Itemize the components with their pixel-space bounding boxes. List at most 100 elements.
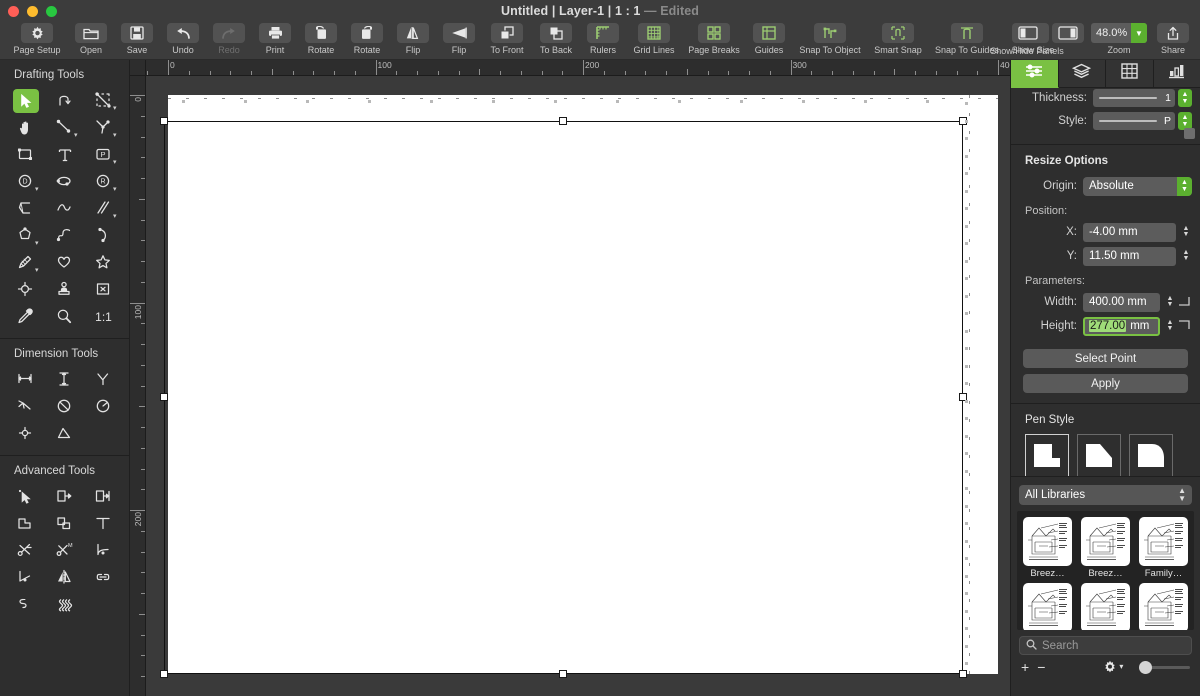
tool-cell[interactable] [6,393,45,420]
remove-library-button[interactable]: − [1037,660,1045,674]
thickness-slider[interactable]: 1 [1093,89,1175,107]
rotate-tool[interactable] [52,89,78,113]
style-slider-track[interactable] [1099,120,1157,122]
layers-tab[interactable] [1058,60,1106,88]
library-search[interactable] [1019,636,1192,655]
stamp-tool[interactable] [52,278,78,302]
rectangle-tool[interactable] [13,143,39,167]
chevron-down-icon[interactable]: ▾ [35,267,39,274]
chamfer-tool[interactable] [13,197,39,221]
tool-cell[interactable] [45,591,84,618]
aspect-lock-toggle[interactable] [1184,128,1195,139]
crosshair-target-tool[interactable] [13,278,39,302]
trim-multiple-tool[interactable]: M [52,539,78,563]
ruler-corner[interactable] [130,60,146,76]
position-x-row[interactable]: X: -4.00 mm ▲ ▼ [1011,221,1200,243]
mirror-tool[interactable] [52,566,78,590]
tool-cell[interactable] [45,483,84,510]
height-stepper[interactable]: ▲ ▼ [1164,317,1176,336]
chamfer-corner-tool[interactable] [13,566,39,590]
tool-cell[interactable] [45,420,84,447]
library-item[interactable] [1137,583,1190,630]
vertical-ruler[interactable]: 0 100 200 [130,76,146,696]
handle-top-left[interactable] [160,117,168,125]
grid-lines-icon[interactable] [638,23,670,43]
width-input[interactable]: 400.00 mm [1083,292,1160,312]
center-mark-tool[interactable] [13,422,39,446]
tool-cell[interactable] [6,276,45,303]
tool-cell[interactable] [6,303,45,330]
tool-cell[interactable] [84,276,123,303]
origin-row[interactable]: Origin: Absolute ▲ ▼ [1011,175,1200,197]
select-arrow-tool[interactable] [12,88,39,113]
chevron-down-icon[interactable]: ▾ [74,132,78,139]
tool-cell[interactable]: ▾ [84,195,123,222]
left-panel-toggle-icon[interactable] [1012,23,1044,43]
thickness-row[interactable]: Thickness: 1 ▲ ▼ [1011,88,1200,108]
extend-to-edge-tool[interactable] [91,485,117,509]
perpendicular-tool[interactable] [91,512,117,536]
tool-cell[interactable] [45,87,84,114]
tool-cell[interactable] [45,222,84,249]
rotate-left-icon[interactable] [305,23,337,43]
zoom-dropdown-icon[interactable]: ▼ [1131,23,1147,43]
thickness-stepper[interactable]: ▲ ▼ [1178,89,1192,107]
drawing-canvas[interactable] [146,76,1010,696]
pencil-freehand-tool[interactable]: ▾ [13,251,39,275]
horizontal-dimension-tool[interactable] [13,368,39,392]
select-point-button[interactable]: Select Point [1023,349,1188,368]
text-tool[interactable] [52,143,78,167]
style-row[interactable]: Style: P ▲ ▼ [1011,110,1200,132]
tool-cell[interactable] [84,249,123,276]
tool-cell[interactable] [45,168,84,195]
delete-cross-tool[interactable] [91,278,117,302]
star-shape-tool[interactable] [91,251,117,275]
diameter-circle-tool[interactable]: D ▾ [13,170,39,194]
tool-cell[interactable]: R ▾ [84,168,123,195]
tool-cell[interactable]: ▾ [6,222,45,249]
rotate-right-icon[interactable] [351,23,383,43]
chevron-down-icon[interactable]: ▾ [35,240,39,247]
link-chain-tool[interactable] [91,566,117,590]
tool-cell[interactable] [84,510,123,537]
tool-cell[interactable] [6,366,45,393]
chevron-down-icon[interactable]: ▾ [1119,660,1123,674]
tool-cell[interactable] [84,393,123,420]
chevron-down-icon[interactable]: ▾ [35,186,39,193]
undo-arrow-icon[interactable] [167,23,199,43]
grid-lines-button[interactable]: Grid Lines [626,22,682,60]
polyline-tool[interactable]: ▾ [91,116,117,140]
tool-cell[interactable]: D ▾ [6,168,45,195]
library-thumbnail[interactable] [1081,583,1130,630]
thumbnail-size-slider[interactable] [1139,660,1190,674]
library-thumbnail[interactable] [1081,517,1130,566]
rounded-cap-pen[interactable] [1129,434,1173,478]
arc-tool[interactable] [91,224,117,248]
snap-to-guides-icon[interactable] [951,23,983,43]
gear-icon[interactable]: ▾ [1103,660,1123,674]
tool-cell[interactable] [84,564,123,591]
subtract-shapes-tool[interactable] [52,512,78,536]
origin-select[interactable]: Absolute ▲ ▼ [1083,176,1192,196]
angle-dimension-tool[interactable] [52,422,78,446]
union-shapes-tool[interactable] [13,512,39,536]
square-cap-pen[interactable] [1025,434,1069,478]
rotate-button[interactable]: Rotate [344,22,390,60]
printer-icon[interactable] [259,23,291,43]
tool-cell[interactable]: ▾ [84,87,123,114]
chart-tab[interactable] [1153,60,1200,88]
tool-cell[interactable] [6,537,45,564]
tool-cell[interactable] [6,564,45,591]
floppy-disk-icon[interactable] [121,23,153,43]
zoom-input[interactable]: 48.0% ▼ [1091,23,1147,43]
library-thumbnail[interactable] [1139,517,1188,566]
page-breaks-button[interactable]: Page Breaks [682,22,746,60]
tool-cell[interactable] [84,483,123,510]
library-item[interactable]: Breez… [1021,517,1074,579]
radius-circle-tool[interactable]: R ▾ [91,170,117,194]
handle-bottom-right[interactable] [959,670,967,678]
spline-tool[interactable] [52,197,78,221]
library-search-input[interactable] [1042,639,1172,652]
library-thumbnail[interactable] [1023,517,1072,566]
tool-cell[interactable] [6,420,45,447]
